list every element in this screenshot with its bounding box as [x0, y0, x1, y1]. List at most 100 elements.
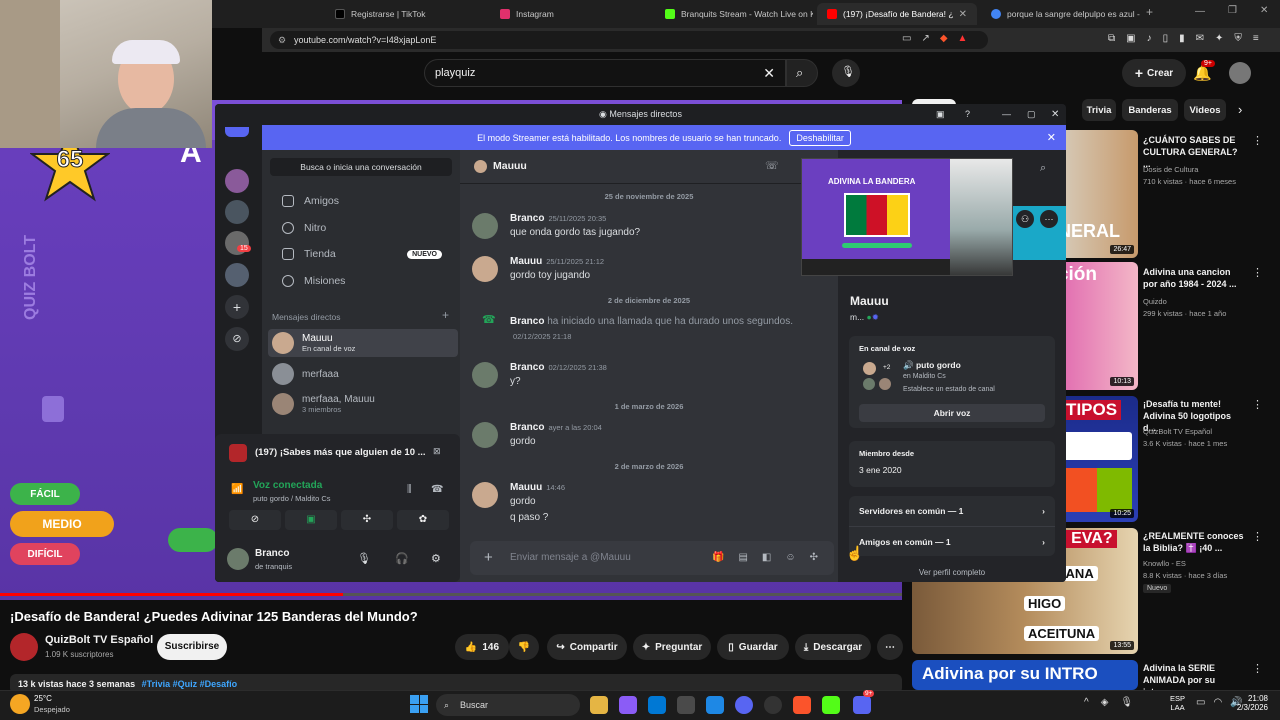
rec-channel[interactable]: Knowllo - ES	[1143, 558, 1253, 569]
notifications-button[interactable]: 🔔 9+	[1193, 60, 1215, 82]
more-options-icon[interactable]: ⋯	[1040, 210, 1058, 228]
avatar[interactable]	[472, 213, 498, 239]
search-input[interactable]: playquiz ✕	[424, 59, 786, 87]
copilot-icon[interactable]	[619, 696, 637, 714]
attach-plus-icon[interactable]: +	[484, 541, 493, 575]
discord-minimize-icon[interactable]: —	[1002, 104, 1011, 125]
obs-icon[interactable]	[764, 696, 782, 714]
voice-channel-path[interactable]: puto gordo / Maldito Cs	[253, 494, 331, 503]
chips-next-icon[interactable]: ›	[1238, 102, 1242, 117]
message-author[interactable]: Branco 02/12/2025 21:38	[510, 362, 607, 373]
camera-toggle-button[interactable]: ⊘	[229, 510, 281, 530]
tab-youtube[interactable]: (197) ¡Desafío de Bandera! ¿Pue ✕	[817, 3, 977, 25]
avatar[interactable]	[472, 482, 498, 508]
view-full-profile-link[interactable]: Ver perfil completo	[838, 568, 1066, 577]
server-icon[interactable]	[225, 263, 249, 287]
subscribe-button[interactable]: Suscribirse	[157, 634, 227, 660]
phone-link-icon[interactable]	[706, 696, 724, 714]
rec-thumbnail[interactable]: Adivina por su INTRO	[912, 660, 1138, 690]
rec-menu-icon[interactable]: ⋮	[1252, 266, 1263, 279]
store-icon[interactable]	[677, 696, 695, 714]
language-indicator[interactable]: ESP LAA	[1170, 694, 1185, 712]
tab-instagram[interactable]: Instagram	[490, 3, 650, 25]
tray-app-icon[interactable]: ◈	[1101, 697, 1109, 708]
user-name[interactable]: Branco	[255, 548, 289, 559]
disable-streamer-button[interactable]: Deshabilitar	[789, 129, 851, 146]
activity-title[interactable]: (197) ¡Sabes más que alguien de 10 ...	[255, 447, 425, 458]
mutual-servers-row[interactable]: Servidores en común — 1 ›	[849, 496, 1055, 526]
discord-taskbar-icon[interactable]: 9+	[853, 690, 875, 714]
wallet-icon[interactable]: ✉	[1196, 33, 1204, 44]
sticker-icon[interactable]: ◧	[762, 541, 771, 575]
voice-channel-row[interactable]: 🔊 puto gordo	[903, 360, 961, 371]
clear-search-icon[interactable]: ✕	[763, 60, 775, 86]
avatar[interactable]	[472, 362, 498, 388]
save-button[interactable]: ▯ Guardar	[717, 634, 789, 660]
rec-menu-icon[interactable]: ⋮	[1252, 530, 1263, 543]
mutual-friends-row[interactable]: Amigos en común — 1 ›	[849, 526, 1055, 556]
rec-channel[interactable]: Dosis de Cultura	[1143, 164, 1253, 175]
help-icon[interactable]: ?	[965, 104, 970, 125]
voice-search-button[interactable]: 🎙	[832, 59, 860, 87]
disconnect-icon[interactable]: ☎	[431, 484, 443, 495]
apps-icon[interactable]: ✣	[810, 541, 818, 575]
share-button[interactable]: ↪ Compartir	[547, 634, 627, 660]
music-icon[interactable]: ♪	[1147, 33, 1152, 44]
banner-close-icon[interactable]: ✕	[1047, 131, 1056, 144]
dm-search-button[interactable]: Busca o inicia una conversación	[270, 158, 452, 176]
new-dm-icon[interactable]: +	[442, 308, 449, 322]
site-info-icon[interactable]: ⚙	[278, 31, 286, 49]
gift-icon[interactable]: 🎁	[712, 541, 724, 575]
gif-icon[interactable]: ▤	[738, 541, 747, 575]
mic-icon[interactable]: 🎙	[357, 552, 371, 565]
rec-channel[interactable]: Quizdo	[1143, 296, 1253, 307]
rec-menu-icon[interactable]: ⋮	[1252, 134, 1263, 147]
rec-title[interactable]: ¿REALMENTE conoces la Biblia? ✝️ ¡40 ...	[1143, 530, 1245, 554]
taskbar-search[interactable]: ⌕ Buscar	[436, 694, 580, 716]
progress-track[interactable]	[0, 593, 902, 596]
share-icon[interactable]: ↗	[921, 33, 929, 47]
profile-search-icon[interactable]: ⌕	[1040, 162, 1046, 175]
clock[interactable]: 21:08 2/3/2026	[1230, 694, 1268, 712]
rec-menu-icon[interactable]: ⋮	[1252, 398, 1263, 411]
dm-item-group[interactable]: merfaaa, Mauuu 3 miembros	[268, 390, 458, 418]
minimize-icon[interactable]: —	[1195, 6, 1205, 17]
outlook-icon[interactable]	[648, 696, 666, 714]
weather-temp[interactable]: 25°C	[34, 694, 52, 703]
close-tab-icon[interactable]: ✕	[959, 9, 967, 20]
download-button[interactable]: ⤓ Descargar	[795, 634, 871, 660]
rec-title[interactable]: Adivina una cancion por año 1984 - 2024 …	[1143, 266, 1245, 290]
bookmark-icon[interactable]: ▮	[1179, 33, 1185, 44]
account-avatar[interactable]	[1229, 62, 1251, 84]
screenshot-icon[interactable]: ▣	[1126, 33, 1135, 44]
server-icon[interactable]: 15	[225, 231, 251, 255]
message-author[interactable]: Branco ayer a las 20:04	[510, 422, 602, 433]
ask-button[interactable]: ✦ Preguntar	[633, 634, 711, 660]
voice-status-hint[interactable]: Establece un estado de canal	[903, 386, 995, 393]
inbox-icon[interactable]: ▣	[936, 104, 945, 125]
voice-status[interactable]: Voz conectada	[253, 480, 322, 491]
tray-chevron-icon[interactable]: ^	[1084, 697, 1089, 708]
nav-shop[interactable]: Tienda NUEVO	[272, 242, 452, 266]
tab-tiktok[interactable]: Registrarse | TikTok	[325, 3, 485, 25]
dislike-button[interactable]: 👎	[509, 634, 539, 660]
app-icon[interactable]	[735, 696, 753, 714]
new-tab-icon[interactable]: +	[1146, 5, 1153, 19]
settings-gear-icon[interactable]: ⚙	[431, 552, 441, 565]
soundboard-button[interactable]: ✿	[397, 510, 449, 530]
discord-close-icon[interactable]: ✕	[1051, 104, 1059, 125]
add-server-icon[interactable]: +	[225, 295, 249, 319]
leo-icon[interactable]: ✦	[1215, 33, 1223, 44]
nav-nitro[interactable]: Nitro	[272, 216, 452, 240]
brave-icon[interactable]	[793, 696, 811, 714]
call-icon[interactable]: ☏	[765, 159, 779, 172]
avatar[interactable]	[472, 256, 498, 282]
join-voice-button[interactable]: Abrir voz	[859, 404, 1045, 422]
search-button[interactable]: ⌕	[786, 59, 818, 87]
server-icon[interactable]	[225, 169, 249, 193]
create-button[interactable]: + Crear	[1122, 59, 1186, 87]
nav-quests[interactable]: Misiones	[272, 269, 452, 293]
message-input[interactable]: + Enviar mensaje a @Mauuu 🎁 ▤ ◧ ☺ ✣	[470, 541, 834, 575]
brave-rewards-icon[interactable]: ▲	[958, 33, 968, 47]
discover-icon[interactable]: ⊘	[225, 327, 249, 351]
